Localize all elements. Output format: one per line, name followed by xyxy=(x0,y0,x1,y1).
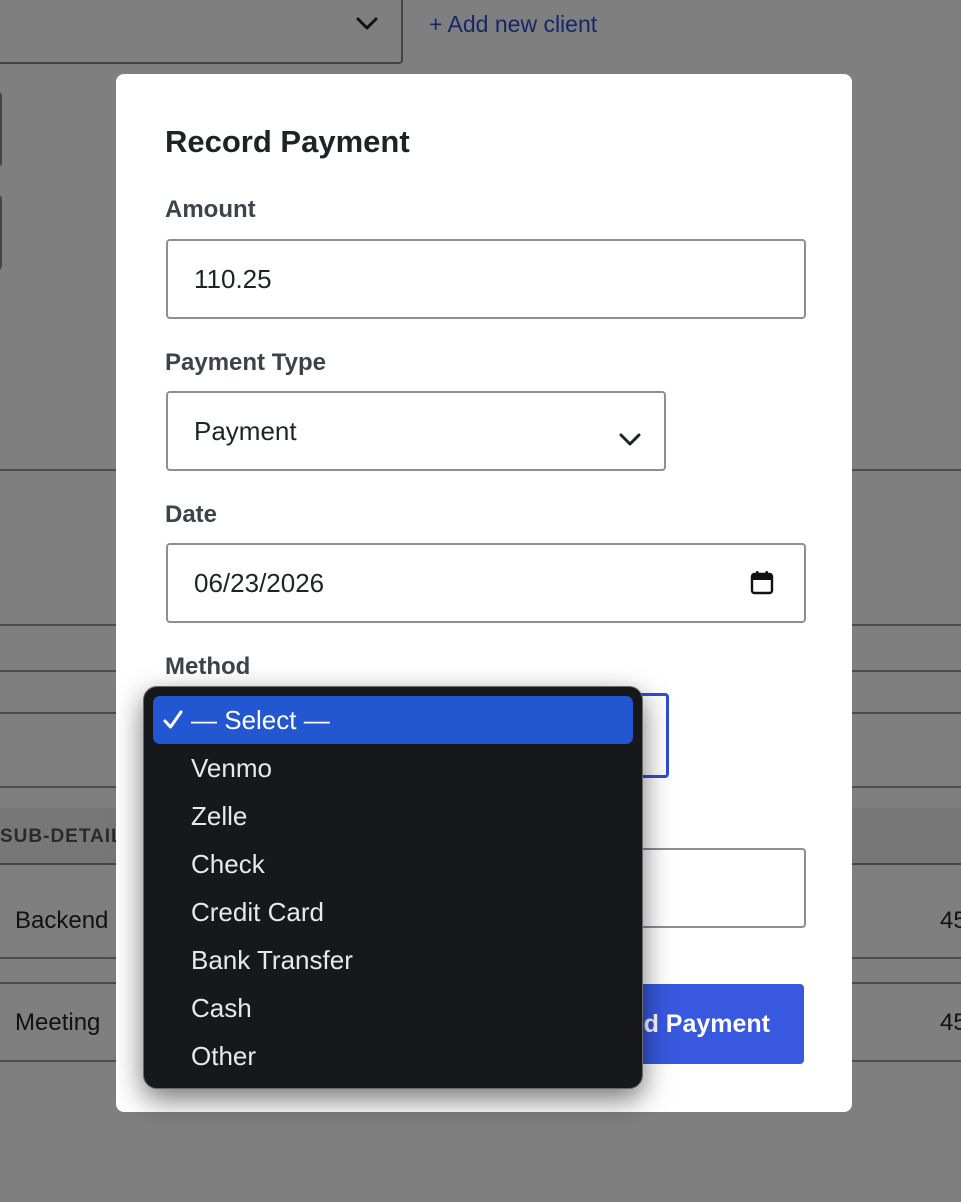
page: + Add new client SUB-DETAIL Backend 45 M… xyxy=(0,0,961,1202)
amount-input[interactable]: 110.25 xyxy=(166,239,806,319)
method-option-label: — Select — xyxy=(191,704,330,735)
chevron-down-icon xyxy=(618,424,642,455)
modal-title: Record Payment xyxy=(165,124,410,159)
method-option-bank-transfer[interactable]: Bank Transfer xyxy=(153,936,633,984)
date-input[interactable]: 06/23/2026 xyxy=(166,543,806,623)
method-option-cash[interactable]: Cash xyxy=(153,984,633,1032)
method-option-select[interactable]: — Select — xyxy=(153,696,633,744)
method-option-label: Bank Transfer xyxy=(191,944,353,975)
method-option-label: Other xyxy=(191,1040,257,1071)
check-icon xyxy=(163,707,183,738)
method-option-label: Zelle xyxy=(191,800,248,831)
method-option-check[interactable]: Check xyxy=(153,840,633,888)
payment-type-value: Payment xyxy=(194,415,297,446)
method-option-credit-card[interactable]: Credit Card xyxy=(153,888,633,936)
method-option-label: Venmo xyxy=(191,752,272,783)
calendar-icon[interactable] xyxy=(750,570,774,603)
method-option-venmo[interactable]: Venmo xyxy=(153,744,633,792)
method-option-other[interactable]: Other xyxy=(153,1032,633,1080)
amount-value: 110.25 xyxy=(194,263,272,294)
method-option-label: Check xyxy=(191,848,265,879)
method-option-label: Credit Card xyxy=(191,896,324,927)
payment-type-select[interactable]: Payment xyxy=(166,391,666,471)
method-label: Method xyxy=(165,653,251,680)
date-value: 06/23/2026 xyxy=(194,567,325,598)
amount-label: Amount xyxy=(165,196,256,223)
payment-type-label: Payment Type xyxy=(165,349,326,376)
method-option-zelle[interactable]: Zelle xyxy=(153,792,633,840)
method-dropdown[interactable]: — Select — Venmo Zelle Check Credit Card… xyxy=(143,686,643,1089)
method-option-label: Cash xyxy=(191,992,252,1023)
date-label: Date xyxy=(165,501,218,528)
